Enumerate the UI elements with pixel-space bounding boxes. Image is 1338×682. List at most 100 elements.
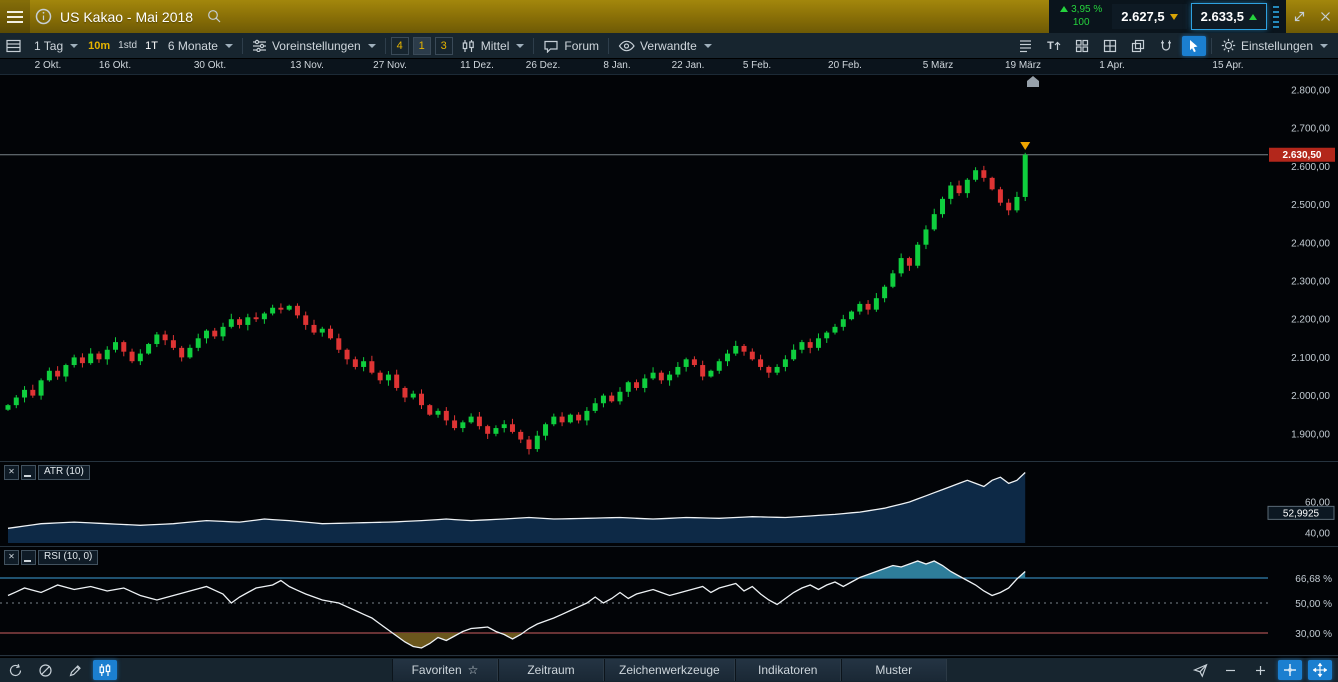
chart-style-icon[interactable] bbox=[93, 660, 117, 680]
sell-price-button[interactable]: 2.627,5 bbox=[1112, 4, 1186, 29]
divider bbox=[1211, 38, 1212, 54]
change-up-icon bbox=[1060, 6, 1068, 12]
buy-price: 2.633,5 bbox=[1201, 9, 1244, 24]
depth-strip bbox=[1273, 6, 1279, 28]
rsi-header: ✕ RSI (10, 0) bbox=[4, 550, 98, 565]
history-icon[interactable] bbox=[3, 660, 27, 680]
date-tick: 2 Okt. bbox=[35, 60, 62, 71]
forum-button[interactable]: Forum bbox=[537, 33, 605, 58]
tab-zeitraum[interactable]: Zeitraum bbox=[498, 659, 604, 681]
chart-type-dropdown[interactable]: Mittel bbox=[455, 33, 531, 58]
chart-toolbar: 1 Tag 10m 1std 1T 6 Monate Voreinstellun… bbox=[0, 33, 1338, 59]
clear-drawings-icon[interactable] bbox=[33, 660, 57, 680]
svg-text:50,00 %: 50,00 % bbox=[1295, 599, 1332, 610]
svg-text:30,00 %: 30,00 % bbox=[1295, 629, 1332, 640]
rsi-panel[interactable]: 66,68 % 50,00 % 30,00 % bbox=[0, 547, 1338, 655]
chart-panel-icon[interactable] bbox=[2, 36, 26, 56]
related-dropdown[interactable]: Verwandte bbox=[612, 33, 718, 58]
atr-minimize-icon[interactable] bbox=[21, 465, 36, 480]
tab-muster[interactable]: Muster bbox=[841, 659, 947, 681]
rsi-chart: 66,68 % 50,00 % 30,00 % bbox=[0, 547, 1338, 655]
chevron-down-icon bbox=[704, 44, 712, 48]
date-tick: 11 Dez. bbox=[460, 60, 494, 71]
svg-text:66,68 %: 66,68 % bbox=[1295, 574, 1332, 585]
layout-3-button[interactable]: 3 bbox=[435, 37, 453, 55]
date-tick: 8 Jan. bbox=[603, 60, 630, 71]
atr-chart: 60,0040,0052,9925 bbox=[0, 462, 1338, 546]
multi-chart-icon[interactable] bbox=[1098, 36, 1122, 56]
date-tick: 19 März bbox=[1005, 60, 1041, 71]
atr-label[interactable]: ATR (10) bbox=[38, 465, 90, 480]
date-tick: 5 März bbox=[923, 60, 954, 71]
search-icon[interactable] bbox=[201, 0, 227, 33]
pencil-icon[interactable] bbox=[63, 660, 87, 680]
buy-price-button[interactable]: 2.633,5 bbox=[1191, 3, 1267, 30]
expand-window-icon[interactable] bbox=[1286, 0, 1312, 33]
close-icon[interactable] bbox=[1312, 0, 1338, 33]
price-chart-panel[interactable]: 2.800,002.700,002.600,002.500,002.400,00… bbox=[0, 74, 1338, 461]
tf-10m-button[interactable]: 10m bbox=[84, 40, 114, 52]
divider bbox=[242, 38, 243, 54]
tf-1t-button[interactable]: 1T bbox=[141, 40, 162, 52]
svg-text:2.100,00: 2.100,00 bbox=[1291, 353, 1330, 364]
tab-favoriten[interactable]: Favoriten ☆ bbox=[392, 659, 498, 681]
tab-zeichenwerkzeuge[interactable]: Zeichenwerkzeuge bbox=[604, 659, 735, 681]
speech-bubble-icon bbox=[543, 39, 559, 53]
latest-marker bbox=[1027, 76, 1039, 87]
crosshair-button[interactable] bbox=[1278, 660, 1302, 680]
candlestick-chart[interactable]: 2.800,002.700,002.600,002.500,002.400,00… bbox=[0, 74, 1338, 461]
presets-dropdown[interactable]: Voreinstellungen bbox=[246, 33, 382, 58]
svg-text:2.200,00: 2.200,00 bbox=[1291, 315, 1330, 326]
panel-divider[interactable] bbox=[0, 461, 1338, 462]
tab-indikatoren[interactable]: Indikatoren bbox=[735, 659, 841, 681]
layout-1-button[interactable]: 1 bbox=[413, 37, 431, 55]
layers-icon[interactable] bbox=[1126, 36, 1150, 56]
timeframe-dropdown[interactable]: 1 Tag bbox=[28, 33, 84, 58]
rsi-close-icon[interactable]: ✕ bbox=[4, 550, 19, 565]
settings-dropdown[interactable]: Einstellungen bbox=[1215, 33, 1338, 58]
date-tick: 15 Apr. bbox=[1212, 60, 1243, 71]
chevron-down-icon bbox=[70, 44, 78, 48]
chevron-down-icon bbox=[516, 44, 524, 48]
rsi-label[interactable]: RSI (10, 0) bbox=[38, 550, 98, 565]
indicator-window-icon[interactable] bbox=[1014, 36, 1038, 56]
svg-text:2.800,00: 2.800,00 bbox=[1291, 86, 1330, 97]
panel-divider bbox=[0, 655, 1338, 656]
rsi-minimize-icon[interactable] bbox=[21, 550, 36, 565]
chevron-down-icon bbox=[1320, 44, 1328, 48]
range-dropdown[interactable]: 6 Monate bbox=[162, 33, 239, 58]
tf-1std-button[interactable]: 1std bbox=[114, 40, 141, 51]
star-icon: ☆ bbox=[468, 663, 479, 677]
eye-icon bbox=[618, 40, 635, 52]
divider bbox=[385, 38, 386, 54]
svg-text:2.400,00: 2.400,00 bbox=[1291, 238, 1330, 249]
svg-text:2.300,00: 2.300,00 bbox=[1291, 277, 1330, 288]
menu-icon[interactable] bbox=[0, 0, 30, 33]
date-tick: 1 Apr. bbox=[1099, 60, 1125, 71]
gear-icon bbox=[1221, 38, 1236, 53]
presets-label: Voreinstellungen bbox=[272, 39, 361, 53]
grid-view-icon[interactable] bbox=[1070, 36, 1094, 56]
tick-down-icon bbox=[1170, 14, 1178, 20]
send-icon[interactable] bbox=[1188, 660, 1212, 680]
date-axis[interactable]: 2 Okt.16 Okt.30 Okt.13 Nov.27 Nov.11 Dez… bbox=[0, 58, 1338, 75]
text-tool-icon[interactable]: T bbox=[1042, 36, 1066, 56]
svg-text:2.000,00: 2.000,00 bbox=[1291, 391, 1330, 402]
magnet-icon[interactable] bbox=[1154, 36, 1178, 56]
zoom-out-button[interactable] bbox=[1218, 660, 1242, 680]
panel-divider[interactable] bbox=[0, 546, 1338, 547]
atr-panel[interactable]: 60,0040,0052,9925 bbox=[0, 462, 1338, 546]
sell-price: 2.627,5 bbox=[1121, 9, 1164, 24]
zoom-in-button[interactable] bbox=[1248, 660, 1272, 680]
layout-4-button[interactable]: 4 bbox=[391, 37, 409, 55]
change-percent: 3,95 % bbox=[1071, 4, 1102, 15]
atr-close-icon[interactable]: ✕ bbox=[4, 465, 19, 480]
tick-up-icon bbox=[1249, 14, 1257, 20]
quote-panel: 3,95 % 100 2.627,5 2.633,5 bbox=[1049, 0, 1286, 33]
timeframe-label: 1 Tag bbox=[34, 39, 63, 53]
instrument-title: US Kakao - Mai 2018 bbox=[60, 9, 193, 25]
pointer-tool-icon[interactable] bbox=[1182, 36, 1206, 56]
autoscale-button[interactable] bbox=[1308, 660, 1332, 680]
info-icon[interactable] bbox=[30, 0, 56, 33]
related-label: Verwandte bbox=[640, 39, 697, 53]
